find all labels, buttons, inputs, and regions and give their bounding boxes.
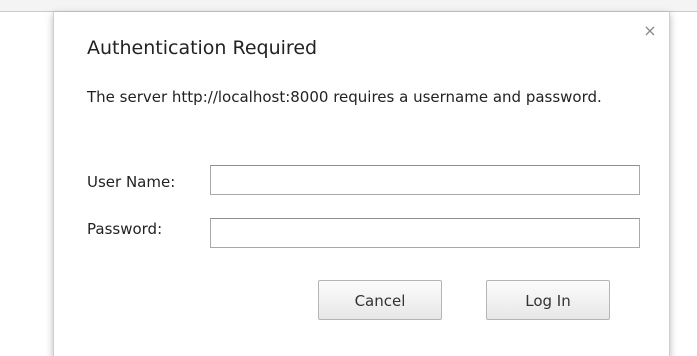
dialog-title: Authentication Required bbox=[87, 37, 318, 59]
username-label: User Name: bbox=[87, 173, 176, 191]
close-icon[interactable]: × bbox=[642, 23, 658, 39]
authentication-dialog: × Authentication Required The server htt… bbox=[53, 12, 670, 356]
username-input[interactable] bbox=[210, 165, 640, 195]
password-input[interactable] bbox=[210, 218, 640, 248]
browser-page: × Authentication Required The server htt… bbox=[0, 0, 697, 356]
dialog-message: The server http://localhost:8000 require… bbox=[87, 88, 602, 106]
cancel-button[interactable]: Cancel bbox=[318, 280, 442, 320]
browser-top-bar bbox=[0, 0, 697, 12]
login-button[interactable]: Log In bbox=[486, 280, 610, 320]
password-label: Password: bbox=[87, 220, 163, 238]
